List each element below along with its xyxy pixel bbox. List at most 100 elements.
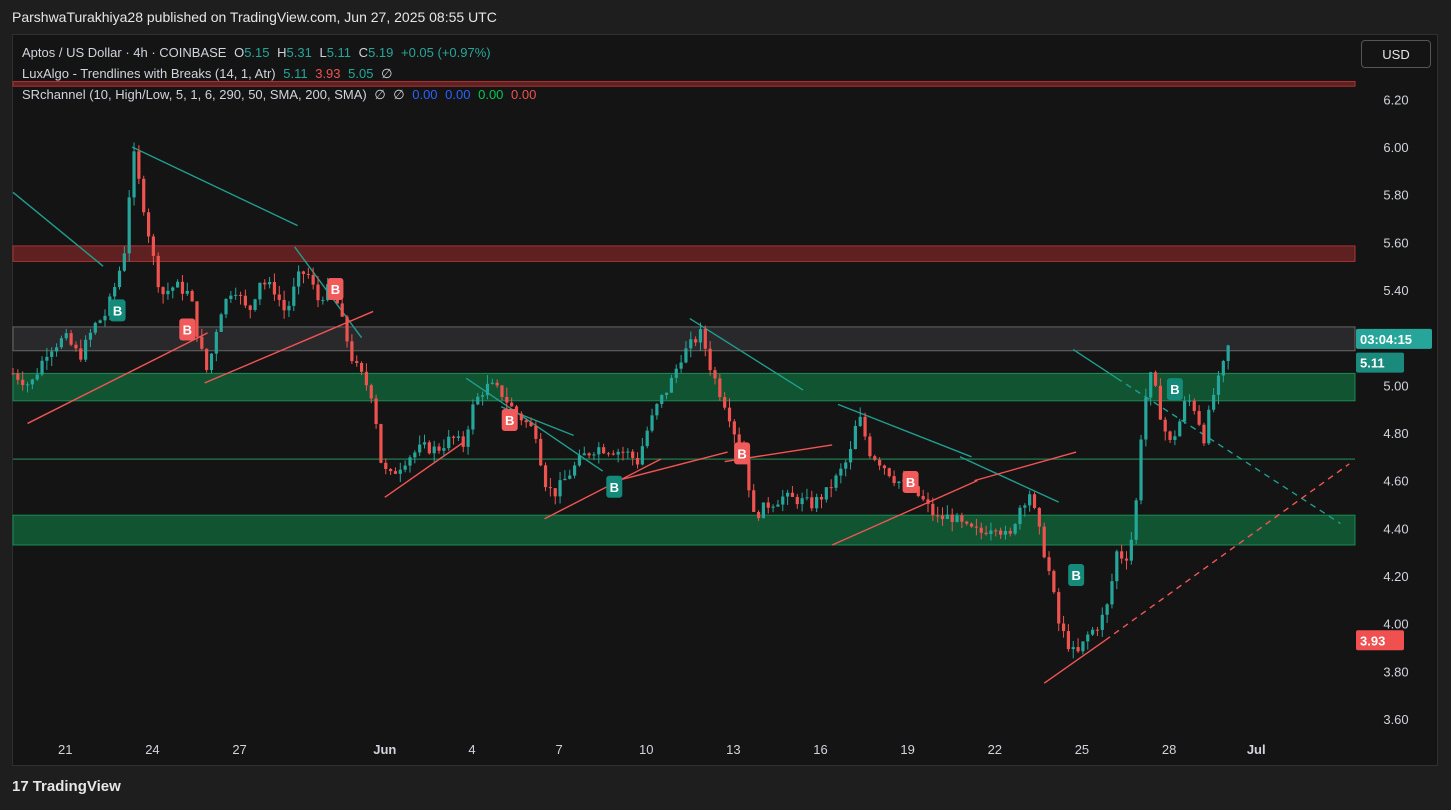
- candle-body: [1115, 551, 1119, 582]
- candle-body: [1076, 647, 1080, 652]
- tradingview-logo[interactable]: 17 TradingView: [12, 778, 121, 795]
- candle-body: [858, 416, 862, 426]
- candle-body: [1105, 604, 1109, 615]
- candle-body: [868, 436, 872, 457]
- candle-body: [848, 449, 853, 463]
- candle-body: [761, 502, 765, 519]
- candle-body: [616, 451, 620, 455]
- x-tick-label: 24: [145, 742, 159, 757]
- candle-body: [1057, 592, 1061, 624]
- break-label-text: B: [183, 322, 192, 337]
- candle-body: [1071, 647, 1075, 650]
- legend-symbol-line: Aptos / US Dollar · 4h · COINBASE O5.15 …: [22, 45, 495, 60]
- legend-open: 5.15: [244, 45, 270, 60]
- candle-body: [166, 290, 170, 295]
- srchannel-v2: ∅: [393, 87, 405, 102]
- candle-body: [940, 515, 945, 520]
- support-zone: [12, 372, 1356, 402]
- candle-body: [287, 305, 291, 311]
- y-tick-label: 3.80: [1383, 664, 1408, 679]
- candle-body: [955, 515, 959, 522]
- candle-body: [824, 487, 828, 500]
- candle-body: [297, 271, 301, 287]
- candle-body: [422, 442, 427, 445]
- break-label-text: B: [1071, 568, 1080, 583]
- candle-body: [945, 514, 949, 520]
- candle-body: [534, 426, 538, 439]
- candle-body: [427, 442, 431, 454]
- x-tick-label: 25: [1075, 742, 1089, 757]
- candle-body: [103, 315, 107, 321]
- candle-body: [640, 446, 644, 465]
- candle-body: [1124, 558, 1129, 561]
- candle-body: [45, 356, 49, 361]
- currency-button[interactable]: USD: [1361, 40, 1431, 68]
- time-axis: 21 24 27 Jun 4 7 10 13 16 19 22 25 28 Jul: [58, 742, 1266, 757]
- candle-body: [999, 530, 1003, 535]
- candle-body: [1052, 571, 1056, 593]
- candle-body: [74, 344, 78, 349]
- price-axis: 6.406.206.005.805.605.405.205.004.804.60…: [1383, 45, 1408, 727]
- candle-body: [752, 490, 756, 512]
- candle-body: [577, 455, 582, 466]
- candlestick-chart[interactable]: BBBBBBBBB 6.406.206.005.805.605.405.205.…: [0, 0, 1451, 810]
- candle-body: [1202, 424, 1206, 444]
- luxalgo-v2: 3.93: [315, 66, 341, 81]
- candle-body: [243, 295, 247, 306]
- x-tick-label: 19: [900, 742, 914, 757]
- srchannel-v1: ∅: [374, 87, 386, 102]
- candle-body: [708, 348, 712, 371]
- luxalgo-v4: ∅: [381, 66, 393, 81]
- resistance-trendline: [837, 403, 972, 458]
- y-tick-label: 5.00: [1383, 378, 1408, 393]
- candle-body: [1216, 375, 1221, 395]
- candle-body: [800, 498, 804, 505]
- candle-body: [311, 275, 315, 285]
- candle-body: [921, 496, 925, 500]
- candle-body: [713, 370, 717, 379]
- legend-srchannel-line[interactable]: SRchannel (10, High/Low, 5, 1, 6, 290, 5…: [22, 87, 540, 103]
- legend-high: 5.31: [286, 45, 312, 60]
- break-label-text: B: [113, 303, 122, 318]
- candle-body: [1226, 345, 1230, 362]
- break-label-text: B: [737, 446, 746, 461]
- candle-body: [413, 452, 417, 458]
- resistance-trendline: [131, 146, 298, 227]
- candle-body: [171, 287, 175, 291]
- candle-body: [994, 530, 998, 532]
- candle-body: [214, 331, 218, 354]
- y-tick-label: 4.40: [1383, 521, 1408, 536]
- candle-body: [539, 438, 543, 466]
- candle-body: [810, 497, 814, 509]
- legend-c-label: C: [358, 45, 369, 60]
- candle-body: [1086, 634, 1090, 642]
- candle-body: [1129, 539, 1133, 561]
- candle-body: [209, 353, 214, 371]
- candle-body: [626, 451, 630, 453]
- candle-body: [979, 527, 983, 533]
- candle-body: [1197, 410, 1201, 425]
- candle-body: [471, 404, 475, 430]
- candle-body: [355, 361, 359, 363]
- candle-body: [572, 465, 577, 476]
- candle-body: [529, 422, 533, 427]
- candle-body: [1207, 409, 1211, 444]
- candle-body: [635, 458, 640, 465]
- candle-body: [592, 454, 596, 456]
- candle-body: [384, 462, 388, 470]
- candle-body: [54, 347, 59, 352]
- candle-body: [11, 373, 15, 375]
- candle-body: [122, 253, 126, 271]
- candle-body: [703, 329, 707, 349]
- candle-body: [829, 487, 833, 489]
- y-tick-label: 3.60: [1383, 712, 1408, 727]
- candle-body: [969, 523, 974, 527]
- legend-luxalgo-line[interactable]: LuxAlgo - Trendlines with Breaks (14, 1,…: [22, 66, 396, 82]
- candle-body: [113, 287, 117, 297]
- candle-body: [1008, 530, 1012, 534]
- candle-body: [563, 478, 567, 481]
- candle-body: [723, 397, 727, 408]
- candle-body: [887, 468, 891, 477]
- candle-body: [418, 444, 422, 453]
- candle-body: [437, 446, 441, 451]
